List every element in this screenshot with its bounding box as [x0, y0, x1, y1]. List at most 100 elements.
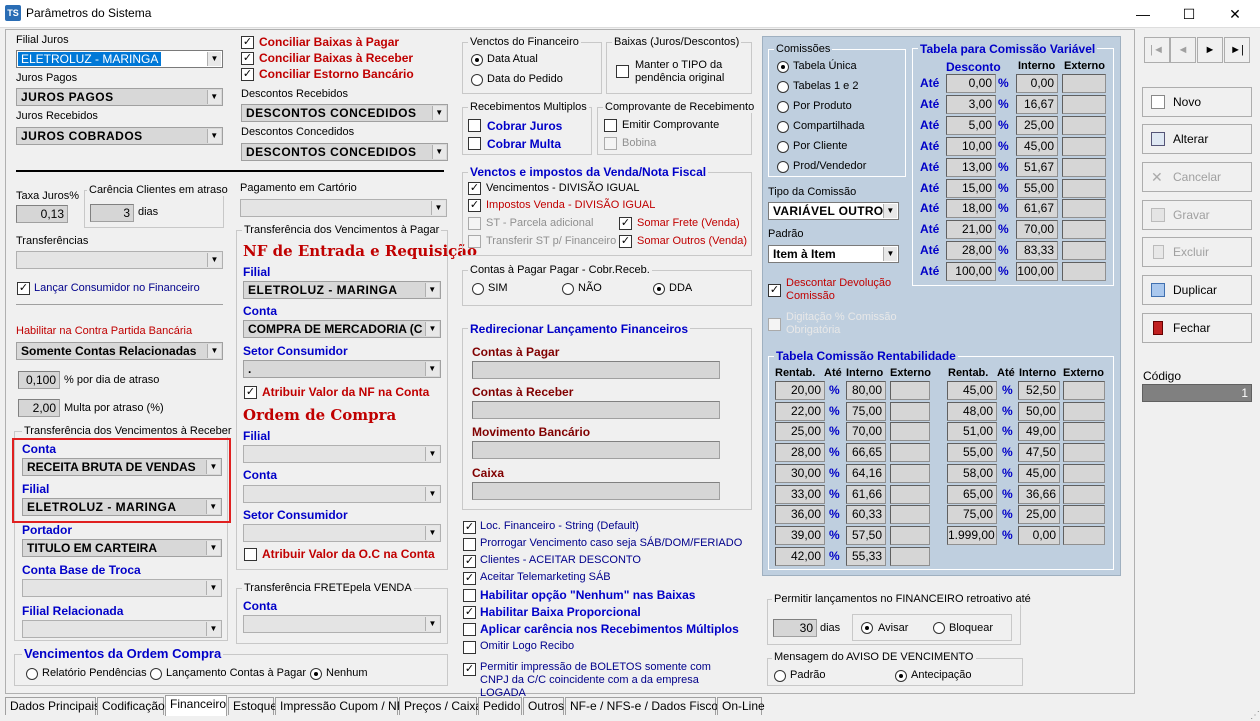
rent-r-interno-cell[interactable]: 0,00	[1018, 525, 1060, 545]
var-desconto-cell[interactable]: 13,00	[946, 157, 996, 177]
tipo-comissao-select[interactable]: VARIÁVEL OUTRO ▼	[768, 202, 899, 220]
radio-prod-vendedor[interactable]	[777, 161, 789, 173]
var-desconto-cell[interactable]: 100,00	[946, 262, 996, 282]
atribuir-nf-checkbox[interactable]: ✓	[244, 386, 257, 399]
rent-r-rentab-cell[interactable]: 48,00	[947, 401, 997, 421]
rent-l-rentab-cell[interactable]: 25,00	[775, 422, 825, 442]
radio-nao[interactable]	[562, 283, 574, 295]
rent-l-interno-cell[interactable]: 61,66	[846, 484, 886, 504]
cobrar-juros-checkbox[interactable]	[468, 119, 481, 132]
habilitar-contra-select[interactable]: Somente Contas Relacionadas ▼	[16, 342, 223, 360]
rent-r-externo-cell[interactable]	[1063, 525, 1105, 545]
rent-r-rentab-cell[interactable]: 55,00	[947, 443, 997, 463]
rent-l-interno-cell[interactable]: 70,00	[846, 422, 886, 442]
bobina-checkbox[interactable]	[604, 137, 617, 150]
var-externo-cell[interactable]	[1062, 199, 1106, 219]
rent-r-externo-cell[interactable]	[1063, 463, 1105, 483]
vencimentos-checkbox[interactable]: ✓	[468, 182, 481, 195]
var-desconto-cell[interactable]: 10,00	[946, 136, 996, 156]
var-externo-cell[interactable]	[1062, 241, 1106, 261]
var-desconto-cell[interactable]: 18,00	[946, 199, 996, 219]
manter-tipo-checkbox[interactable]	[616, 65, 629, 78]
descontar-checkbox[interactable]: ✓	[768, 284, 781, 297]
tab-estoque[interactable]: Estoque	[228, 697, 277, 715]
digitacao-checkbox[interactable]	[768, 318, 781, 331]
check-telemarketing[interactable]: ✓	[463, 572, 476, 585]
rent-l-rentab-cell[interactable]: 42,00	[775, 546, 825, 566]
check-loc-fin[interactable]: ✓	[463, 521, 476, 534]
padrao-select[interactable]: Item à Item ▼	[768, 245, 899, 263]
var-interno-cell[interactable]: 61,67	[1016, 199, 1058, 219]
excluir-button[interactable]: Excluir	[1142, 237, 1252, 267]
portador-select[interactable]: TITULO EM CARTEIRA ▼	[22, 539, 222, 557]
redir-receber-field[interactable]	[472, 401, 720, 419]
rent-l-interno-cell[interactable]: 80,00	[846, 381, 886, 400]
rent-r-interno-cell[interactable]: 52,50	[1018, 381, 1060, 400]
retro-field[interactable]: 30	[773, 619, 817, 637]
juros-recebidos-select[interactable]: JUROS COBRADOS ▼	[16, 127, 223, 145]
var-interno-cell[interactable]: 25,00	[1016, 115, 1058, 135]
novo-button[interactable]: Novo	[1142, 87, 1252, 117]
rent-r-rentab-cell[interactable]: 58,00	[947, 463, 997, 483]
radio-data-pedido[interactable]	[471, 74, 483, 86]
rent-l-externo-cell[interactable]	[890, 484, 930, 504]
radio-bloquear[interactable]	[933, 622, 945, 634]
conc-receber-checkbox[interactable]: ✓	[241, 52, 254, 65]
check-carencia[interactable]	[463, 623, 476, 636]
rent-r-interno-cell[interactable]: 50,00	[1018, 401, 1060, 421]
radio-relatorio[interactable]	[26, 668, 38, 680]
var-interno-cell[interactable]: 51,67	[1016, 157, 1058, 177]
check-prorrogar[interactable]	[463, 538, 476, 551]
taxa-juros-field[interactable]: 0,13	[16, 205, 68, 223]
transferencias-select[interactable]: ▼	[16, 251, 223, 269]
rent-r-externo-cell[interactable]	[1063, 484, 1105, 504]
filial-juros-select[interactable]: ELETROLUZ - MARINGA ▼	[16, 50, 223, 68]
minimize-button[interactable]: —	[1120, 0, 1166, 28]
var-externo-cell[interactable]	[1062, 157, 1106, 177]
oc-setor-select[interactable]: ▼	[243, 524, 441, 542]
var-interno-cell[interactable]: 70,00	[1016, 220, 1058, 240]
somar-outros-checkbox[interactable]: ✓	[619, 235, 632, 248]
nav-prev-button[interactable]: ◄	[1170, 37, 1196, 63]
tab-dados-principais[interactable]: Dados Principais	[5, 697, 100, 715]
radio-data-atual[interactable]	[471, 54, 483, 66]
tab-codifica-o[interactable]: Codificação	[97, 697, 165, 715]
desc-concedidos-select[interactable]: DESCONTOS CONCEDIDOS ▼	[241, 143, 448, 161]
rent-l-externo-cell[interactable]	[890, 525, 930, 545]
rent-r-rentab-cell[interactable]: 65,00	[947, 484, 997, 504]
rent-l-interno-cell[interactable]: 75,00	[846, 401, 886, 421]
rent-l-rentab-cell[interactable]: 39,00	[775, 525, 825, 545]
radio-avisar[interactable]	[861, 622, 873, 634]
var-externo-cell[interactable]	[1062, 115, 1106, 135]
rent-l-rentab-cell[interactable]: 28,00	[775, 443, 825, 463]
rent-r-interno-cell[interactable]: 47,50	[1018, 443, 1060, 463]
lancar-consumidor-checkbox[interactable]: ✓	[17, 282, 30, 295]
radio-tabela-unica[interactable]	[777, 61, 789, 73]
desc-recebidos-select[interactable]: DESCONTOS CONCEDIDOS ▼	[241, 104, 448, 122]
por-dia-field[interactable]: 0,100	[18, 371, 60, 389]
var-externo-cell[interactable]	[1062, 220, 1106, 240]
pag-cartorio-select[interactable]: ▼	[240, 199, 447, 217]
tab-impress-o-cupom-nf[interactable]: Impressão Cupom / NF	[275, 697, 404, 715]
redir-mov-field[interactable]	[472, 441, 720, 459]
cobrar-multa-checkbox[interactable]	[468, 137, 481, 150]
rent-l-externo-cell[interactable]	[890, 463, 930, 483]
alterar-button[interactable]: Alterar	[1142, 124, 1252, 154]
frete-conta-select[interactable]: ▼	[243, 615, 441, 633]
rent-r-externo-cell[interactable]	[1063, 443, 1105, 463]
var-desconto-cell[interactable]: 15,00	[946, 178, 996, 198]
rent-l-interno-cell[interactable]: 60,33	[846, 505, 886, 525]
rent-r-externo-cell[interactable]	[1063, 505, 1105, 525]
var-interno-cell[interactable]: 45,00	[1016, 136, 1058, 156]
rent-l-externo-cell[interactable]	[890, 546, 930, 566]
juros-pagos-select[interactable]: JUROS PAGOS ▼	[16, 88, 223, 106]
radio-lancamento[interactable]	[150, 668, 162, 680]
check-omitir-logo[interactable]	[463, 641, 476, 654]
var-desconto-cell[interactable]: 3,00	[946, 94, 996, 114]
radio-antecipacao[interactable]	[895, 670, 907, 682]
oc-conta-select[interactable]: ▼	[243, 485, 441, 503]
rent-r-interno-cell[interactable]: 49,00	[1018, 422, 1060, 442]
redir-caixa-field[interactable]	[472, 482, 720, 500]
tab-outros[interactable]: Outros	[523, 697, 564, 715]
rent-l-rentab-cell[interactable]: 30,00	[775, 463, 825, 483]
